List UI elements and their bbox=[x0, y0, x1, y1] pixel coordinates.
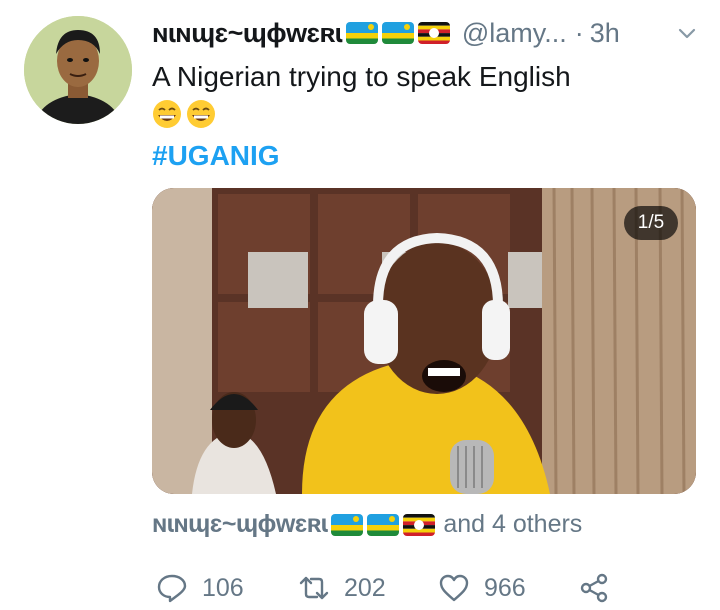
liker-flags bbox=[331, 513, 436, 536]
flag-emojis bbox=[345, 22, 450, 44]
avatar[interactable] bbox=[24, 16, 132, 124]
tweet-media-photo[interactable]: 1/5 bbox=[152, 188, 696, 494]
like-count: 966 bbox=[484, 573, 526, 602]
separator-dot: · bbox=[574, 17, 584, 48]
rwanda-flag-icon bbox=[345, 22, 378, 44]
handle[interactable]: @lamy... bbox=[462, 18, 567, 49]
heart-icon bbox=[439, 574, 469, 602]
reply-button[interactable]: 106 bbox=[156, 566, 244, 610]
rwanda-flag-icon bbox=[367, 513, 400, 536]
tweet-content: ɴɩɴɰɛ~ɰɸwɛʀɩ @lamy... · 3h A Nigerian tr… bbox=[152, 10, 700, 176]
laughing-face-icon bbox=[187, 100, 215, 128]
liker-others: and 4 others bbox=[443, 510, 583, 538]
reply-count: 106 bbox=[202, 573, 244, 602]
tweet-text: A Nigerian trying to speak English bbox=[152, 61, 571, 92]
share-button[interactable] bbox=[578, 566, 610, 610]
retweet-button[interactable]: 202 bbox=[298, 566, 386, 610]
retweet-count: 202 bbox=[344, 573, 386, 602]
tweet-header: ɴɩɴɰɛ~ɰɸwɛʀɩ @lamy... · 3h bbox=[152, 10, 700, 56]
hashtag-link[interactable]: #UGANIG bbox=[152, 136, 700, 176]
tweet[interactable]: ɴɩɴɰɛ~ɰɸwɛʀɩ @lamy... · 3h A Nigerian tr… bbox=[0, 0, 720, 610]
liked-by-row[interactable]: ɴɩɴɰɛ~ɰɸwɛʀɩ and 4 others bbox=[152, 510, 582, 539]
emoji-row bbox=[152, 98, 700, 130]
chevron-down-icon[interactable] bbox=[676, 22, 698, 44]
timestamp[interactable]: 3h bbox=[590, 18, 620, 49]
share-icon bbox=[580, 573, 608, 603]
like-button[interactable]: 966 bbox=[438, 566, 526, 610]
media-counter-badge: 1/5 bbox=[624, 206, 678, 240]
rwanda-flag-icon bbox=[381, 22, 414, 44]
action-bar: 106 202 966 bbox=[152, 566, 712, 610]
uganda-flag-icon bbox=[417, 22, 450, 44]
retweet-icon bbox=[299, 576, 329, 600]
display-name[interactable]: ɴɩɴɰɛ~ɰɸwɛʀɩ bbox=[152, 18, 342, 49]
uganda-flag-icon bbox=[403, 513, 436, 536]
rwanda-flag-icon bbox=[331, 513, 364, 536]
liker-name: ɴɩɴɰɛ~ɰɸwɛʀɩ bbox=[152, 510, 328, 538]
reply-icon bbox=[157, 574, 187, 603]
laughing-face-icon bbox=[153, 100, 181, 128]
